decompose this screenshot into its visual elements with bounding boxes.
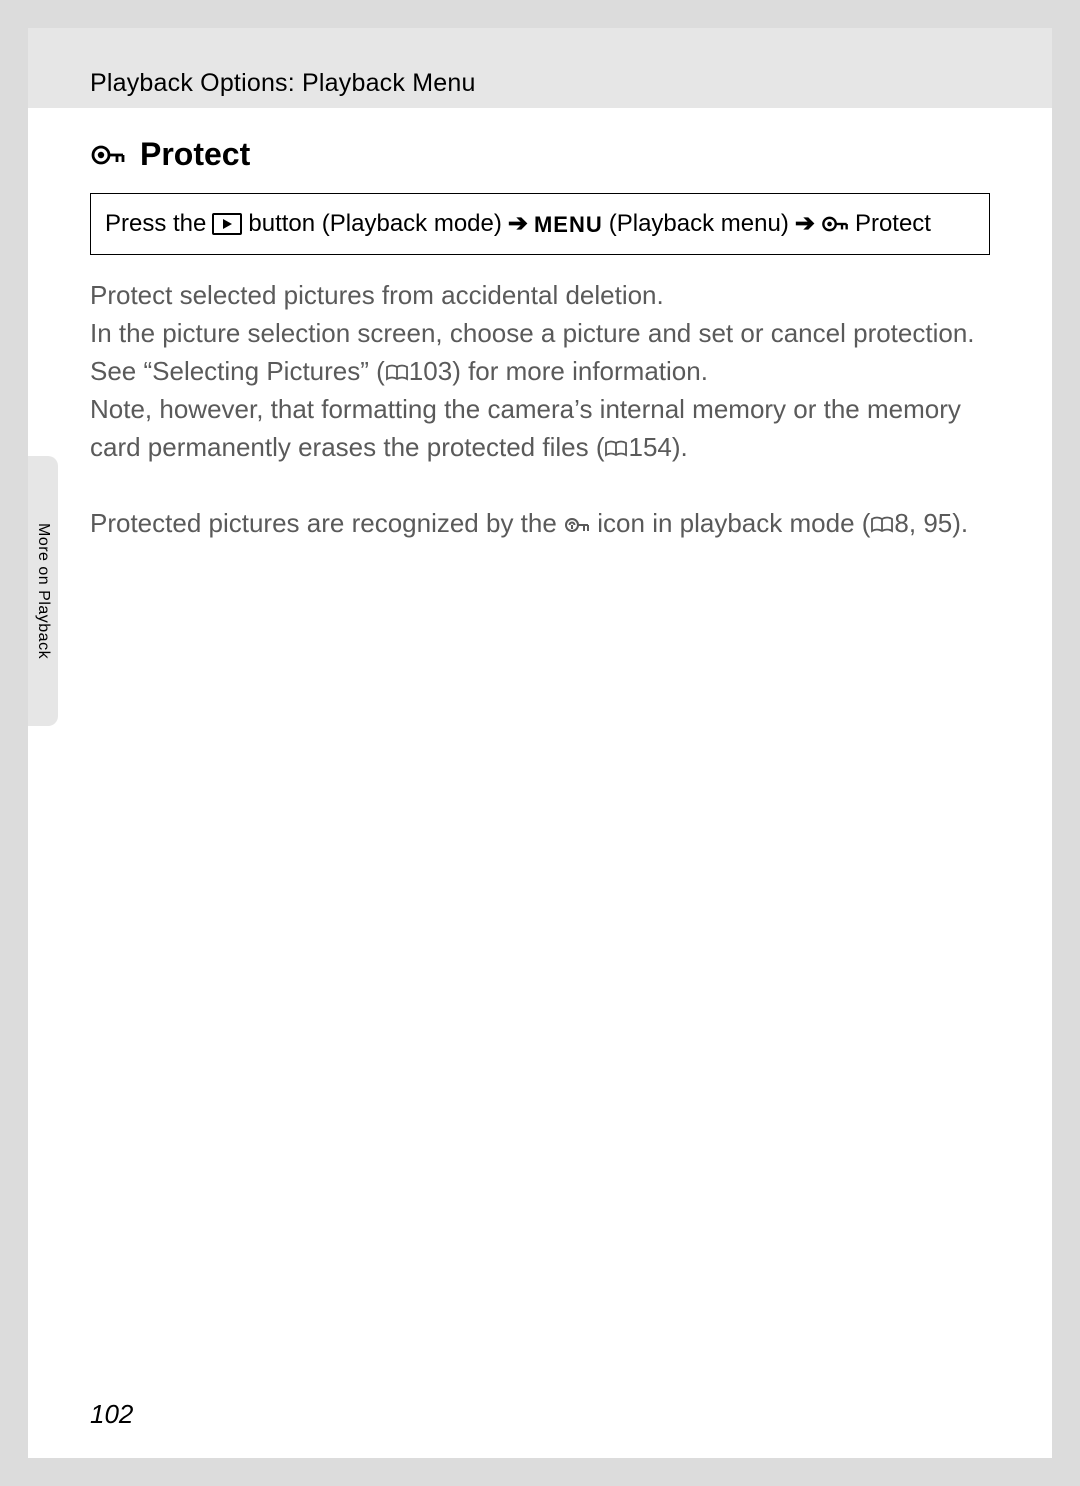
body-line: Protected pictures are recognized by the (90, 508, 564, 538)
section-title: Protect (140, 136, 250, 173)
side-tab: More on Playback (28, 456, 58, 726)
nav-text-playback-mode: button (Playback mode) (248, 206, 501, 242)
content-area: Protect Press the button (Playback mode)… (28, 108, 1052, 543)
book-reference-icon (385, 364, 409, 382)
paragraph: Protected pictures are recognized by the… (90, 505, 990, 543)
body-line: icon in playback mode ( (590, 508, 870, 538)
arrow-right-icon: ➔ (795, 206, 815, 242)
body-line: Protect selected pictures from accidenta… (90, 280, 664, 310)
menu-label-icon: MENU (534, 208, 603, 241)
book-reference-icon (870, 516, 894, 534)
book-reference-icon (604, 440, 628, 458)
body-line: Note, however, that formatting the camer… (90, 394, 961, 462)
manual-page: Playback Options: Playback Menu Protect … (28, 28, 1052, 1458)
playback-button-icon (212, 213, 242, 235)
page-reference: 8, 95 (894, 508, 952, 538)
side-tab-label: More on Playback (34, 523, 52, 659)
page-reference: 154 (628, 432, 671, 462)
body-line: ). (952, 508, 968, 538)
body-text: Protect selected pictures from accidenta… (90, 277, 990, 543)
paragraph: Protect selected pictures from accidenta… (90, 277, 990, 315)
protected-picture-icon (564, 515, 590, 535)
protect-key-icon (90, 141, 126, 169)
paragraph: In the picture selection screen, choose … (90, 315, 990, 391)
breadcrumb: Playback Options: Playback Menu (90, 69, 476, 98)
navigation-path-box: Press the button (Playback mode) ➔ MENU … (90, 193, 990, 255)
nav-text-press: Press the (105, 206, 206, 242)
protect-key-icon (821, 213, 849, 235)
nav-text-playback-menu: (Playback menu) (609, 206, 789, 242)
paragraph: Note, however, that formatting the camer… (90, 391, 990, 467)
arrow-right-icon: ➔ (508, 206, 528, 242)
header-band: Playback Options: Playback Menu (28, 28, 1052, 108)
nav-text-protect: Protect (855, 206, 931, 242)
section-heading: Protect (90, 136, 990, 173)
page-reference: 103 (409, 356, 452, 386)
body-line: ) for more information. (452, 356, 708, 386)
body-line: ). (672, 432, 688, 462)
page-number: 102 (90, 1399, 133, 1430)
